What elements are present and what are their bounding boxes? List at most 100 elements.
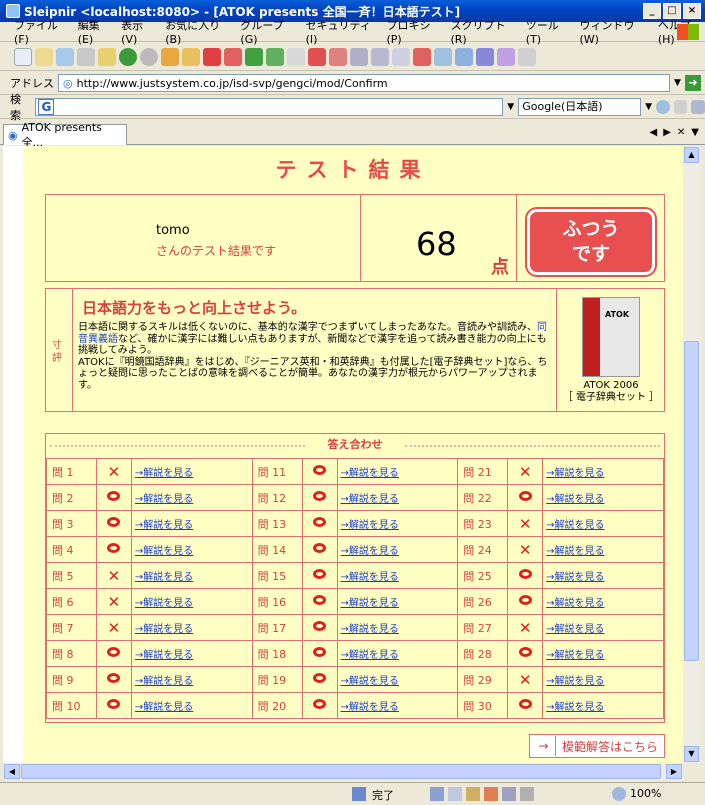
save-icon[interactable] xyxy=(56,47,74,66)
window-cascade-icon[interactable] xyxy=(371,47,389,66)
explanation-link[interactable]: →解説を見る xyxy=(341,494,399,505)
tab-menu-icon[interactable]: ▼ xyxy=(691,127,699,138)
explanation-link[interactable]: →解説を見る xyxy=(135,546,193,557)
explanation-link[interactable]: →解説を見る xyxy=(546,676,604,687)
explanation-link[interactable]: →解説を見る xyxy=(546,494,604,505)
explanation-link[interactable]: →解説を見る xyxy=(135,520,193,531)
tab-close-icon[interactable]: ✕ xyxy=(677,127,685,138)
menu-file[interactable]: ファイル(F) xyxy=(14,17,70,46)
explanation-link[interactable]: →解説を見る xyxy=(546,624,604,635)
explanation-link[interactable]: →解説を見る xyxy=(546,598,604,609)
vertical-scroll-thumb[interactable] xyxy=(684,341,699,661)
explanation-link[interactable]: →解説を見る xyxy=(341,676,399,687)
product-box-image[interactable]: ATOK xyxy=(582,297,640,377)
scroll-right-icon[interactable]: ▶ xyxy=(666,764,682,779)
panel-icon[interactable] xyxy=(518,47,536,66)
question-number: 問 22 xyxy=(457,484,509,511)
print-icon[interactable] xyxy=(77,47,95,66)
engine-dropdown-icon[interactable]: ▼ xyxy=(645,102,652,112)
vertical-scrollbar[interactable]: ▲ ▼ xyxy=(683,146,700,763)
circle-icon xyxy=(107,543,121,553)
home-icon[interactable] xyxy=(182,47,200,66)
search-label: 検索 xyxy=(10,93,21,122)
explanation-link[interactable]: →解説を見る xyxy=(546,572,604,583)
explanation-link[interactable]: →解説を見る xyxy=(135,650,193,661)
explanation-link[interactable]: →解説を見る xyxy=(341,624,399,635)
explanation-link[interactable]: →解説を見る xyxy=(135,624,193,635)
stop-icon[interactable] xyxy=(203,47,221,66)
refresh-all-icon[interactable] xyxy=(266,47,284,66)
model-answer-button[interactable]: → 模範解答はこちら xyxy=(529,734,665,758)
menu-group[interactable]: グループ(G) xyxy=(240,17,297,46)
favorites-icon[interactable] xyxy=(98,47,116,66)
scroll-down-icon[interactable]: ▼ xyxy=(684,746,699,762)
explanation-link[interactable]: →解説を見る xyxy=(341,468,399,479)
refresh-icon[interactable] xyxy=(245,47,263,66)
horizontal-scrollbar[interactable]: ◀ ▶ xyxy=(3,763,683,780)
explanation-link[interactable]: →解説を見る xyxy=(341,546,399,557)
explanation-link[interactable]: →解説を見る xyxy=(135,468,193,479)
explanation-link[interactable]: →解説を見る xyxy=(135,572,193,583)
highlight-icon[interactable] xyxy=(455,47,473,66)
open-icon[interactable] xyxy=(35,47,53,66)
back-icon[interactable] xyxy=(119,47,137,66)
scroll-up-icon[interactable]: ▲ xyxy=(684,147,699,163)
scroll-left-icon[interactable]: ◀ xyxy=(4,764,20,779)
menu-edit[interactable]: 編集(E) xyxy=(78,17,113,46)
status-zoom-icon[interactable] xyxy=(612,787,626,801)
tab-prev-icon[interactable]: ◀ xyxy=(650,127,658,138)
explanation-link[interactable]: →解説を見る xyxy=(341,572,399,583)
explanation-link[interactable]: →解説を見る xyxy=(135,676,193,687)
address-dropdown-icon[interactable]: ▼ xyxy=(674,78,681,88)
menu-security[interactable]: セキュリティ(I) xyxy=(306,17,379,46)
page-icon[interactable] xyxy=(287,47,305,66)
horizontal-scroll-thumb[interactable] xyxy=(21,764,661,779)
window-stack-icon[interactable] xyxy=(392,47,410,66)
explanation-link[interactable]: →解説を見る xyxy=(341,598,399,609)
forward-icon[interactable] xyxy=(140,47,158,66)
explanation-link[interactable]: →解説を見る xyxy=(135,702,193,713)
menu-proxy[interactable]: プロキシ(P) xyxy=(387,17,443,46)
explanation-link[interactable]: →解説を見る xyxy=(341,650,399,661)
search-engine-select[interactable]: Google(日本語) xyxy=(518,98,642,116)
search-dropdown-icon[interactable]: ▼ xyxy=(507,102,514,112)
tab-next-icon[interactable]: ▶ xyxy=(663,127,671,138)
explanation-link[interactable]: →解説を見る xyxy=(135,598,193,609)
address-input[interactable]: ◎ http://www.justsystem.co.jp/isd-svp/ge… xyxy=(58,74,670,92)
settings-icon[interactable] xyxy=(476,47,494,66)
close-tab-icon[interactable] xyxy=(308,47,326,66)
explanation-link[interactable]: →解説を見る xyxy=(546,520,604,531)
menu-view[interactable]: 表示(V) xyxy=(121,17,157,46)
explanation-link[interactable]: →解説を見る xyxy=(546,650,604,661)
go-button[interactable]: ➜ xyxy=(684,75,701,91)
status-script-icon xyxy=(466,787,480,801)
explanation-link[interactable]: →解説を見る xyxy=(341,702,399,713)
menu-favorites[interactable]: お気に入り(B) xyxy=(165,17,232,46)
up-icon[interactable] xyxy=(161,47,179,66)
search-input[interactable]: G xyxy=(35,98,504,116)
stop-all-icon[interactable] xyxy=(224,47,242,66)
menu-script[interactable]: スクリプト(R) xyxy=(450,17,517,46)
window-close-icon[interactable] xyxy=(413,47,431,66)
search-icon[interactable] xyxy=(656,100,670,114)
question-number: 問 1 xyxy=(46,458,97,485)
explanation-link[interactable]: →解説を見る xyxy=(546,546,604,557)
highlight-pen-icon[interactable] xyxy=(691,100,705,114)
incorrect-mark-icon: ✕ xyxy=(507,458,544,485)
explanation-link[interactable]: →解説を見る xyxy=(135,494,193,505)
correct-mark-icon xyxy=(507,692,544,719)
plugins-icon[interactable] xyxy=(497,47,515,66)
find-icon[interactable] xyxy=(434,47,452,66)
menu-tools[interactable]: ツール(T) xyxy=(526,17,572,46)
tab-atok[interactable]: ◉ ATOK presents 全... xyxy=(3,121,127,149)
search-page-icon[interactable] xyxy=(673,100,688,114)
menu-window[interactable]: ウィンドウ(W) xyxy=(579,17,649,46)
explanation-link[interactable]: →解説を見る xyxy=(546,468,604,479)
zoom-level[interactable]: 100% xyxy=(630,787,661,800)
close-others-icon[interactable] xyxy=(329,47,347,66)
new-page-icon[interactable] xyxy=(14,47,32,66)
question-number: 問 24 xyxy=(457,536,509,563)
window-tile-icon[interactable] xyxy=(350,47,368,66)
explanation-link[interactable]: →解説を見る xyxy=(546,702,604,713)
explanation-link[interactable]: →解説を見る xyxy=(341,520,399,531)
